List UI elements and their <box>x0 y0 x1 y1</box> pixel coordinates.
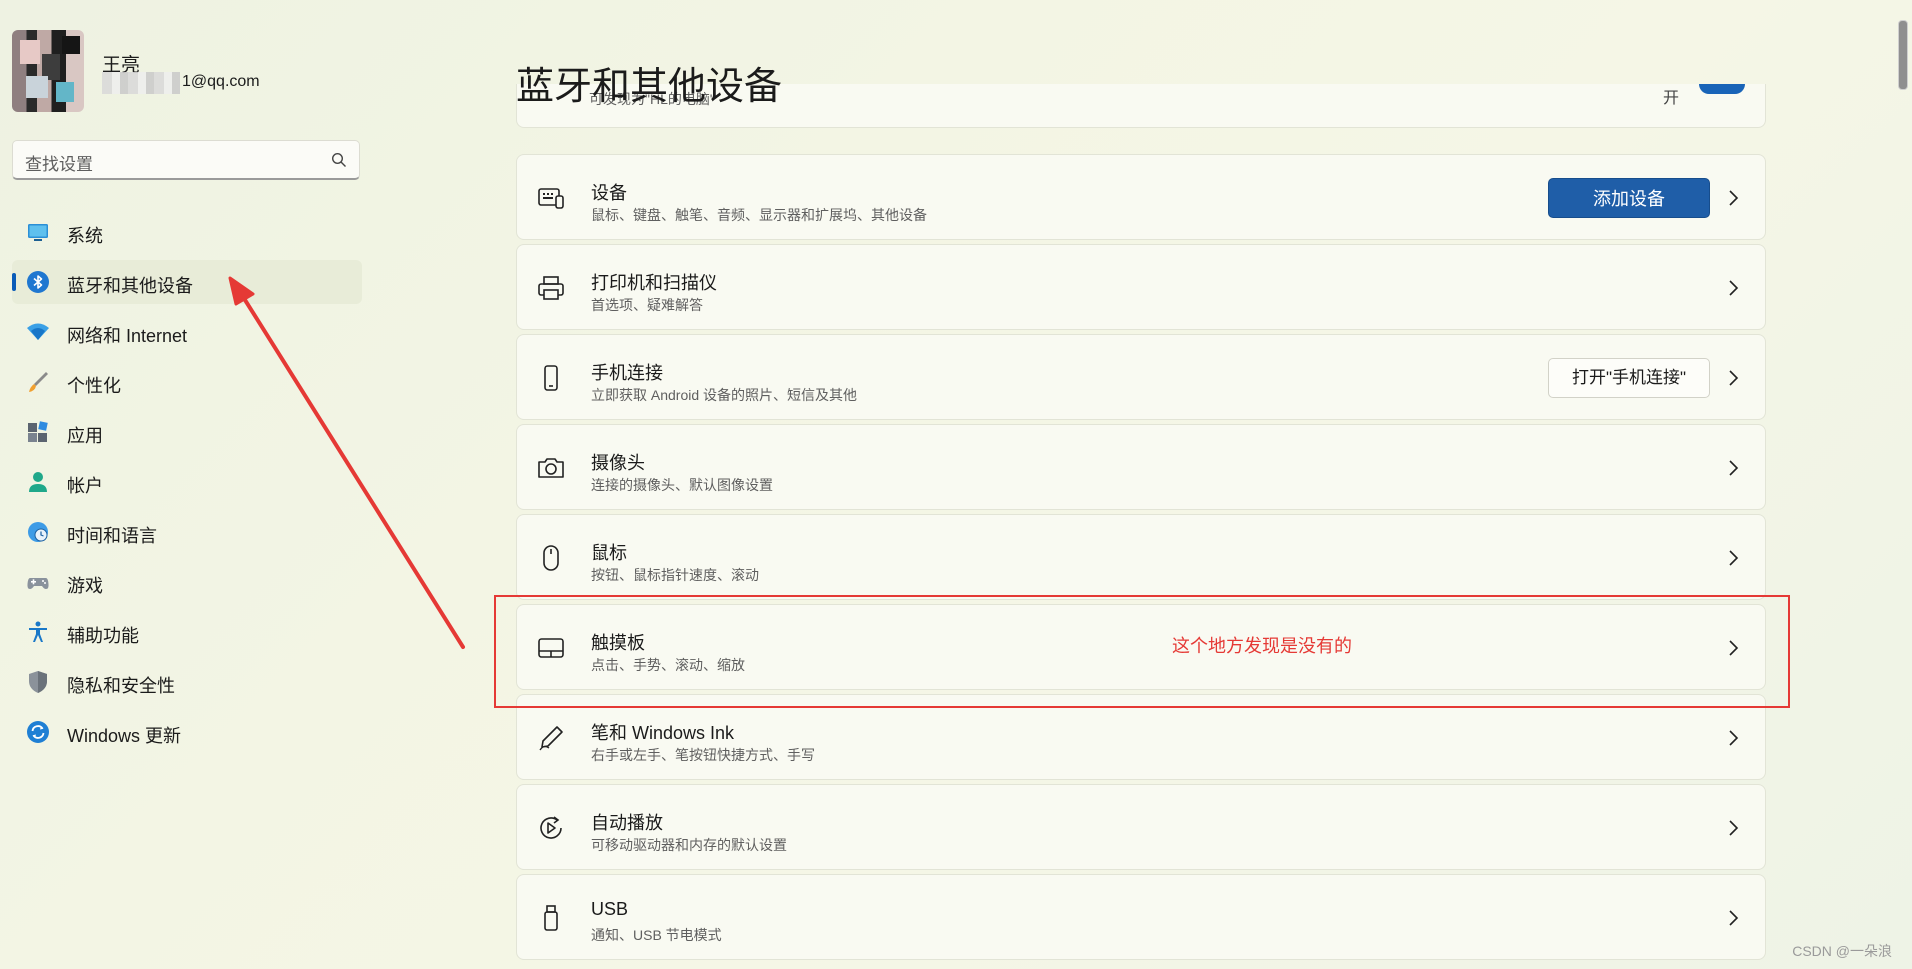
toggle-label: 开 <box>1662 90 1679 107</box>
scrollbar[interactable] <box>1898 20 1908 90</box>
avatar[interactable] <box>12 30 84 112</box>
search-icon[interactable] <box>331 152 347 168</box>
sidebar-item-label: Windows 更新 <box>67 726 182 746</box>
bluetooth-icon <box>27 271 49 293</box>
sidebar-item-bluetooth[interactable]: 蓝牙和其他设备 <box>12 260 362 304</box>
sidebar-item-label: 游戏 <box>67 576 103 596</box>
pen-icon <box>539 726 563 751</box>
card-title: 手机连接 <box>591 363 663 383</box>
wifi-icon <box>27 323 49 340</box>
annotation-highlight-box <box>494 595 1790 708</box>
sidebar-item-personalization[interactable]: 个性化 <box>12 360 362 404</box>
email-mosaic <box>102 72 180 94</box>
sidebar-item-label: 系统 <box>67 226 103 246</box>
chevron-right-icon <box>1729 280 1739 296</box>
chevron-right-icon <box>1729 820 1739 836</box>
search-input[interactable]: 查找设置 <box>12 140 360 180</box>
card-title: 打印机和扫描仪 <box>591 273 717 293</box>
sidebar-item-network[interactable]: 网络和 Internet <box>12 310 362 354</box>
phone-icon <box>544 365 558 391</box>
card-title: 摄像头 <box>591 453 645 473</box>
sidebar-item-gaming[interactable]: 游戏 <box>12 560 362 604</box>
card-subtitle: 可移动驱动器和内存的默认设置 <box>591 837 787 853</box>
sidebar-item-accounts[interactable]: 帐户 <box>12 460 362 504</box>
card-subtitle: 右手或左手、笔按钮快捷方式、手写 <box>591 747 815 763</box>
chevron-right-icon <box>1729 370 1739 386</box>
gamepad-icon <box>27 578 49 589</box>
sidebar-item-label: 帐户 <box>67 476 103 496</box>
nav-list: 系统 蓝牙和其他设备 网络和 Internet 个性化 应用 帐户 时间和语言 … <box>12 210 362 760</box>
sidebar-item-label: 蓝牙和其他设备 <box>67 276 193 296</box>
chevron-right-icon <box>1729 910 1739 926</box>
card-camera[interactable]: 摄像头 连接的摄像头、默认图像设置 <box>516 424 1766 510</box>
card-title: 鼠标 <box>591 543 627 563</box>
search-placeholder: 查找设置 <box>25 155 93 174</box>
card-subtitle: 按钮、鼠标指针速度、滚动 <box>591 567 759 583</box>
sidebar-item-label: 个性化 <box>67 376 121 396</box>
sidebar-item-windows-update[interactable]: Windows 更新 <box>12 710 362 754</box>
sidebar-item-label: 时间和语言 <box>67 526 157 546</box>
card-usb[interactable]: USB 通知、USB 节电模式 <box>516 874 1766 960</box>
card-title: USB <box>591 899 629 919</box>
card-subtitle: 通知、USB 节电模式 <box>591 927 722 943</box>
sidebar-item-label: 网络和 Internet <box>67 326 188 346</box>
card-autoplay[interactable]: 自动播放 可移动驱动器和内存的默认设置 <box>516 784 1766 870</box>
sidebar-item-label: 隐私和安全性 <box>67 676 175 696</box>
card-subtitle: 鼠标、键盘、触笔、音频、显示器和扩展坞、其他设备 <box>591 207 927 223</box>
card-title: 设备 <box>591 183 627 203</box>
shield-icon <box>29 671 47 693</box>
bluetooth-toggle[interactable] <box>1699 84 1745 94</box>
update-icon <box>27 721 49 743</box>
chevron-right-icon <box>1729 730 1739 746</box>
active-indicator <box>12 273 16 291</box>
sidebar-item-label: 应用 <box>67 426 103 446</box>
apps-icon <box>28 421 48 442</box>
sidebar-item-time-language[interactable]: 时间和语言 <box>12 510 362 554</box>
add-device-button[interactable]: 添加设备 <box>1548 178 1710 218</box>
autoplay-icon <box>540 816 562 839</box>
person-icon <box>29 472 47 492</box>
sidebar-item-system[interactable]: 系统 <box>12 210 362 254</box>
sidebar-item-privacy[interactable]: 隐私和安全性 <box>12 660 362 704</box>
card-subtitle: 连接的摄像头、默认图像设置 <box>591 477 773 493</box>
card-subtitle: 立即获取 Android 设备的照片、短信及其他 <box>591 387 858 403</box>
chevron-right-icon <box>1729 460 1739 476</box>
card-devices[interactable]: 设备 鼠标、键盘、触笔、音频、显示器和扩展坞、其他设备 添加设备 <box>516 154 1766 240</box>
card-subtitle: 首选项、疑难解答 <box>591 297 703 313</box>
profile-email: 1@qq.com <box>182 73 260 90</box>
camera-icon <box>538 458 564 478</box>
mouse-icon <box>543 545 559 571</box>
chevron-right-icon <box>1729 190 1739 206</box>
open-phone-link-button[interactable]: 打开"手机连接" <box>1548 358 1710 398</box>
brush-icon <box>29 372 48 392</box>
card-title: 笔和 Windows Ink <box>591 723 735 743</box>
card-mouse[interactable]: 鼠标 按钮、鼠标指针速度、滚动 <box>516 514 1766 600</box>
annotation-note: 这个地方发现是没有的 <box>1172 636 1352 656</box>
keyboard-device-icon <box>538 188 564 209</box>
usb-icon <box>544 905 558 931</box>
accessibility-icon <box>29 621 47 642</box>
card-phone-link[interactable]: 手机连接 立即获取 Android 设备的照片、短信及其他 打开"手机连接" <box>516 334 1766 420</box>
globe-clock-icon <box>28 522 48 542</box>
printer-icon <box>538 276 564 300</box>
sidebar-item-accessibility[interactable]: 辅助功能 <box>12 610 362 654</box>
sidebar: 王亮 1@qq.com 查找设置 系统 蓝牙和其他设备 网络和 Internet… <box>0 0 370 969</box>
card-title: 自动播放 <box>591 813 663 833</box>
sidebar-item-label: 辅助功能 <box>67 626 139 646</box>
page-title: 蓝牙和其他设备 <box>516 66 783 109</box>
user-profile[interactable]: 王亮 1@qq.com <box>12 30 352 112</box>
watermark: CSDN @一朵浪 <box>1792 943 1892 959</box>
display-icon <box>28 224 48 241</box>
chevron-right-icon <box>1729 550 1739 566</box>
sidebar-item-apps[interactable]: 应用 <box>12 410 362 454</box>
card-printers[interactable]: 打印机和扫描仪 首选项、疑难解答 <box>516 244 1766 330</box>
